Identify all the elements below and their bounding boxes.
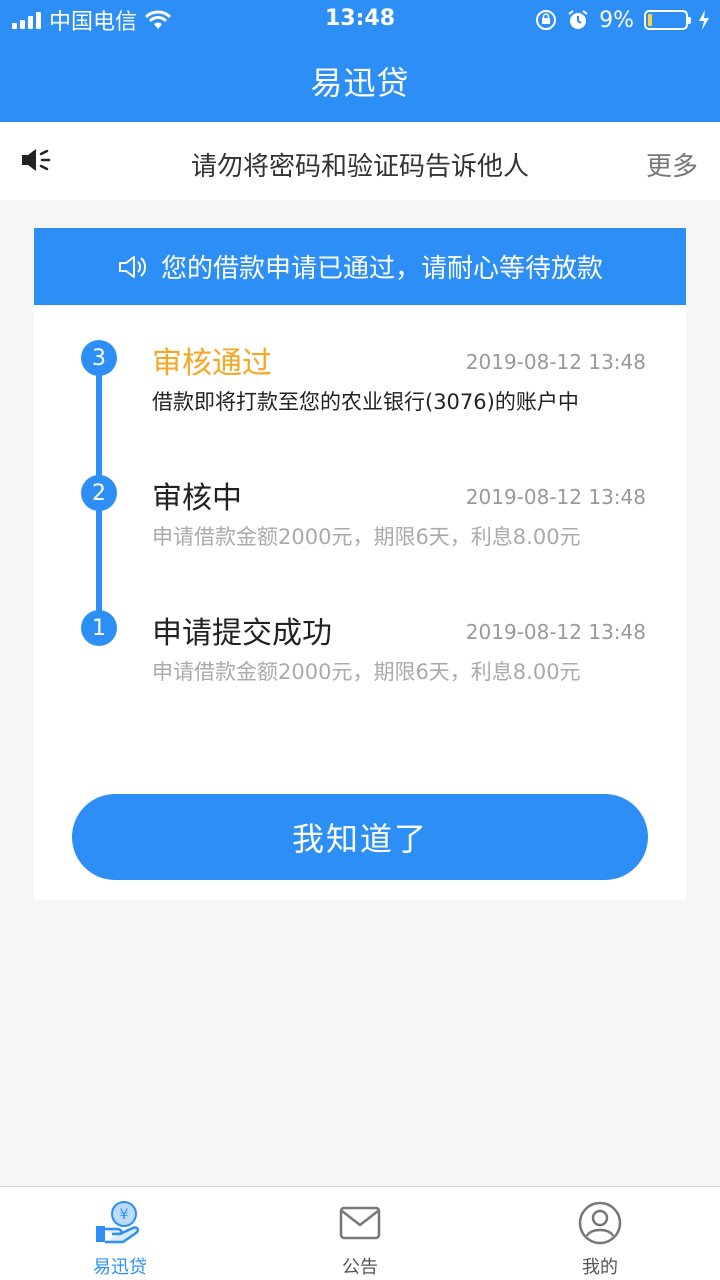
bottom-tab-bar: ¥ 易迅贷 公告 我的: [0, 1186, 720, 1280]
user-icon: [578, 1199, 622, 1247]
loan-status-card: 您的借款申请已通过，请耐心等待放款 3 审核通过 2019-08-12 13:4…: [34, 228, 686, 900]
tab-profile[interactable]: 我的: [480, 1187, 720, 1280]
page-title: 易迅贷: [310, 64, 410, 102]
tab-label: 我的: [582, 1257, 618, 1278]
status-banner-text: 您的借款申请已通过，请耐心等待放款: [160, 254, 603, 284]
step-number-badge: 1: [81, 610, 117, 646]
app-header: 中国电信 13:48 9% 易迅贷: [0, 0, 720, 122]
got-it-button[interactable]: 我知道了: [72, 794, 648, 880]
mail-icon: [339, 1199, 381, 1247]
status-banner: 您的借款申请已通过，请耐心等待放款: [34, 228, 686, 305]
svg-text:¥: ¥: [120, 1207, 129, 1223]
timeline-step-approved: 3 审核通过 2019-08-12 13:48 借款即将打款至您的农业银行(30…: [34, 338, 686, 458]
step-description: 借款即将打款至您的农业银行(3076)的账户中: [152, 390, 579, 414]
status-bar: 中国电信 13:48 9%: [0, 0, 720, 40]
step-number-badge: 3: [81, 340, 117, 376]
step-description: 申请借款金额2000元，期限6天，利息8.00元: [152, 660, 581, 684]
battery-percent: 9%: [599, 7, 634, 33]
step-title: 审核中: [152, 481, 242, 516]
announcement-icon: [118, 255, 147, 278]
notice-bar[interactable]: 请勿将密码和验证码告诉他人 更多: [0, 122, 720, 200]
tab-label: 公告: [342, 1257, 378, 1278]
status-right: 9%: [535, 6, 710, 34]
step-time: 2019-08-12 13:48: [465, 350, 646, 374]
step-title: 审核通过: [152, 346, 272, 381]
loan-hand-icon: ¥: [93, 1199, 147, 1247]
step-description: 申请借款金额2000元，期限6天，利息8.00元: [152, 525, 581, 549]
alarm-icon: [568, 10, 588, 29]
step-number-badge: 2: [81, 475, 117, 511]
rotation-lock-icon: [536, 10, 557, 30]
charging-icon: [699, 10, 709, 30]
tab-home[interactable]: ¥ 易迅贷: [0, 1187, 240, 1280]
step-title: 申请提交成功: [152, 616, 332, 651]
notice-more-link[interactable]: 更多: [646, 146, 698, 183]
tab-label: 易迅贷: [93, 1257, 147, 1278]
step-time: 2019-08-12 13:48: [465, 620, 646, 644]
battery-icon: [644, 10, 691, 30]
step-time: 2019-08-12 13:48: [465, 485, 646, 509]
timeline-step-submitted: 1 申请提交成功 2019-08-12 13:48 申请借款金额2000元，期限…: [34, 608, 686, 728]
tab-announcements[interactable]: 公告: [240, 1187, 480, 1280]
timeline-step-reviewing: 2 审核中 2019-08-12 13:48 申请借款金额2000元，期限6天，…: [34, 473, 686, 593]
notice-text: 请勿将密码和验证码告诉他人: [190, 152, 529, 182]
